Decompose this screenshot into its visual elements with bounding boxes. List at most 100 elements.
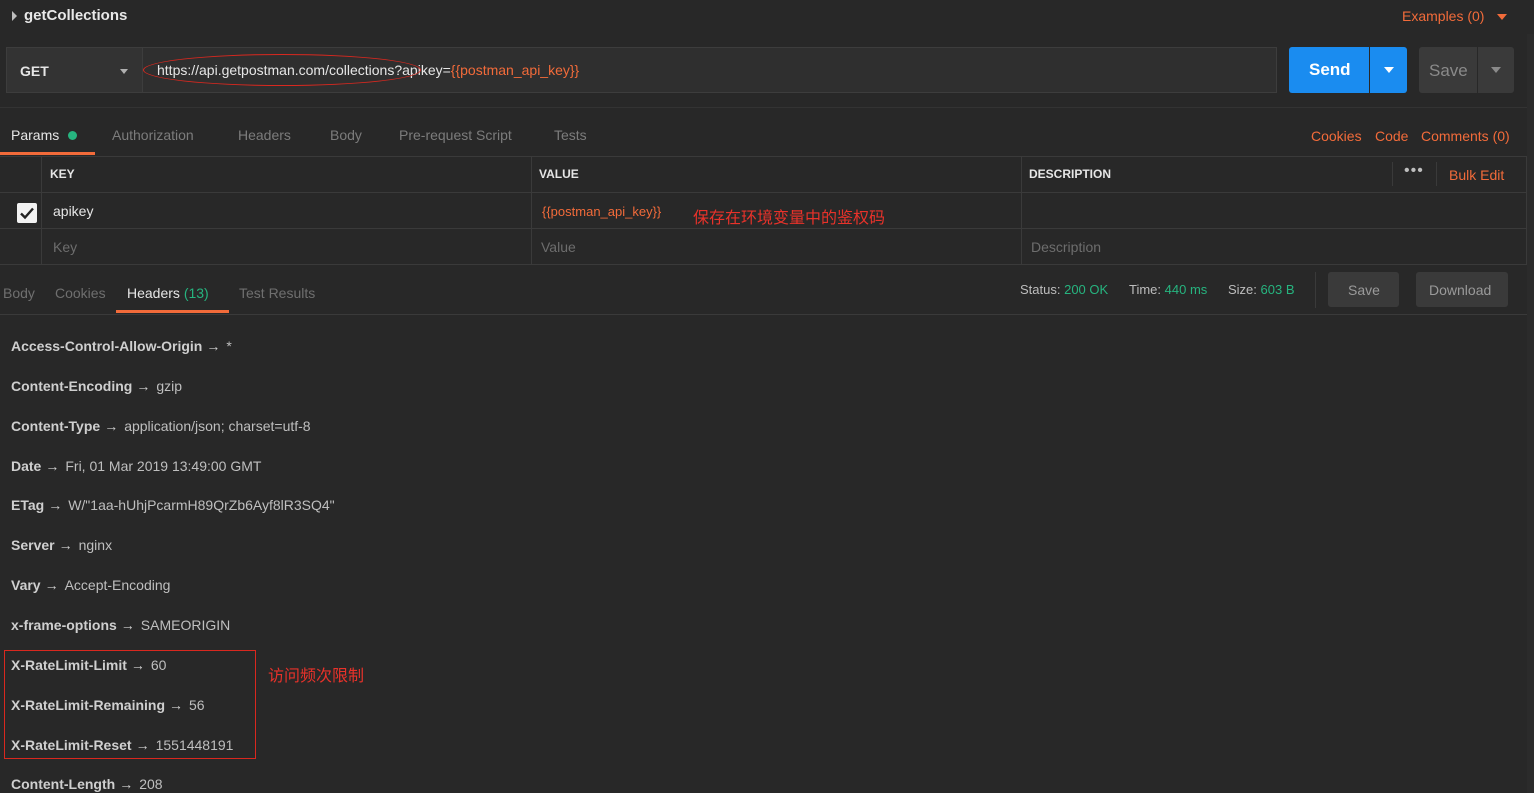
header-row: Server → nginx <box>11 537 112 553</box>
save-label: Save <box>1429 61 1468 80</box>
size-meta: Size: 603 B <box>1228 282 1295 297</box>
header-value: application/json; charset=utf-8 <box>124 418 311 434</box>
active-tab-underline <box>116 310 229 313</box>
table-border <box>531 156 532 265</box>
status-label: Status: <box>1020 282 1061 297</box>
column-header-description: DESCRIPTION <box>1029 167 1112 181</box>
header-key: Content-Type <box>11 418 101 434</box>
header-value: nginx <box>78 537 113 553</box>
header-key: ETag <box>11 497 45 513</box>
param-value-cell[interactable]: {{postman_api_key}} <box>542 204 661 219</box>
table-border <box>0 228 1527 229</box>
send-options-button[interactable] <box>1370 47 1407 93</box>
comments-link[interactable]: Comments (0) <box>1421 128 1510 144</box>
header-key: Server <box>11 537 55 553</box>
params-table: KEY VALUE DESCRIPTION ••• Bulk Edit apik… <box>0 156 1527 265</box>
header-value: gzip <box>156 378 182 394</box>
download-response-button[interactable]: Download <box>1416 272 1508 307</box>
param-enabled-checkbox[interactable] <box>17 203 37 223</box>
code-link[interactable]: Code <box>1375 128 1408 144</box>
method-select[interactable]: GET <box>6 47 142 93</box>
header-row: Content-Type → application/json; charset=u… <box>11 418 311 434</box>
headers-count-badge: (13) <box>183 285 209 301</box>
chevron-down-icon[interactable] <box>1497 14 1507 20</box>
response-tab-test-results[interactable]: Test Results <box>239 285 315 301</box>
status-value: 200 OK <box>1064 282 1109 297</box>
headers-tab-label: Headers <box>127 285 180 301</box>
arrow-icon: → <box>104 418 119 434</box>
time-value: 440 ms <box>1164 282 1208 297</box>
arrow-icon: → <box>45 458 60 474</box>
header-value: Fri, 01 Mar 2019 13:49:00 GMT <box>65 458 262 474</box>
tab-headers[interactable]: Headers <box>238 127 291 143</box>
new-description-input[interactable]: Description <box>1031 239 1101 255</box>
table-border <box>41 156 42 265</box>
download-label: Download <box>1429 282 1492 298</box>
header-key: Content-Length <box>11 776 116 792</box>
column-header-key: KEY <box>50 167 75 181</box>
arrow-icon: → <box>206 338 221 354</box>
header-value: SAMEORIGIN <box>140 617 231 633</box>
tab-tests[interactable]: Tests <box>554 127 587 143</box>
annotation-ellipse <box>143 54 421 86</box>
header-value: * <box>226 338 232 354</box>
header-key: Access-Control-Allow-Origin <box>11 338 203 354</box>
new-value-input[interactable]: Value <box>541 239 576 255</box>
divider <box>0 314 1534 315</box>
active-tab-underline <box>0 152 95 155</box>
tab-body[interactable]: Body <box>330 127 362 143</box>
cookies-link[interactable]: Cookies <box>1311 128 1362 144</box>
header-value: Accept-Encoding <box>64 577 171 593</box>
header-value: W/"1aa-hUhjPcarmH89QrZb6Ayf8lR3SQ4" <box>68 497 335 513</box>
column-header-value: VALUE <box>539 167 579 181</box>
url-input[interactable]: https://api.getpostman.com/collections?a… <box>142 47 1277 93</box>
new-key-input[interactable]: Key <box>53 239 77 255</box>
param-key-cell[interactable]: apikey <box>53 203 93 219</box>
header-row: Content-Encoding → gzip <box>11 378 182 394</box>
send-button[interactable]: Send <box>1289 47 1369 93</box>
tab-params[interactable]: Params <box>11 127 59 143</box>
tab-prerequest-script[interactable]: Pre-request Script <box>399 127 512 143</box>
send-label: Send <box>1309 60 1351 79</box>
status-meta: Status: 200 OK <box>1020 282 1108 297</box>
collapse-caret-icon[interactable] <box>12 11 17 21</box>
examples-dropdown[interactable]: Examples (0) <box>1402 8 1484 24</box>
header-value: 208 <box>139 776 163 792</box>
arrow-icon: → <box>119 776 134 792</box>
response-tab-cookies[interactable]: Cookies <box>55 285 106 301</box>
header-row: ETag → W/"1aa-hUhjPcarmH89QrZb6Ayf8lR3SQ4" <box>11 497 335 513</box>
header-row: x-frame-options → SAMEORIGIN <box>11 617 230 633</box>
request-title[interactable]: getCollections <box>24 7 127 24</box>
save-response-button[interactable]: Save <box>1328 272 1399 307</box>
response-tab-headers[interactable]: Headers (13) <box>127 285 209 301</box>
header-row: Access-Control-Allow-Origin → * <box>11 338 232 354</box>
time-label: Time: <box>1129 282 1162 297</box>
header-key: Content-Encoding <box>11 378 133 394</box>
arrow-icon: → <box>120 617 135 633</box>
table-border <box>1021 156 1022 265</box>
chevron-down-icon <box>1491 67 1501 73</box>
method-label: GET <box>20 63 49 79</box>
header-row: Date → Fri, 01 Mar 2019 13:49:00 GMT <box>11 458 261 474</box>
url-variable: {{postman_api_key}} <box>450 62 580 78</box>
table-border <box>0 264 1527 265</box>
header-key: x-frame-options <box>11 617 117 633</box>
more-options-icon[interactable]: ••• <box>1404 162 1424 180</box>
arrow-icon: → <box>136 378 151 394</box>
bulk-edit-link[interactable]: Bulk Edit <box>1449 167 1504 183</box>
value-annotation: 保存在环境变量中的鉴权码 <box>693 208 886 227</box>
tab-authorization[interactable]: Authorization <box>112 127 194 143</box>
arrow-icon: → <box>44 577 59 593</box>
params-indicator-dot <box>68 131 77 140</box>
checkmark-icon <box>20 207 34 220</box>
divider <box>1315 272 1316 308</box>
header-key: Vary <box>11 577 41 593</box>
header-row: Content-Length → 208 <box>11 776 163 792</box>
divider <box>0 107 1534 108</box>
save-request-button[interactable]: Save <box>1419 47 1477 93</box>
scrollbar[interactable] <box>1527 34 1534 793</box>
response-tab-body[interactable]: Body <box>3 285 35 301</box>
size-value: 603 B <box>1260 282 1295 297</box>
size-label: Size: <box>1228 282 1257 297</box>
save-options-button[interactable] <box>1478 47 1514 93</box>
